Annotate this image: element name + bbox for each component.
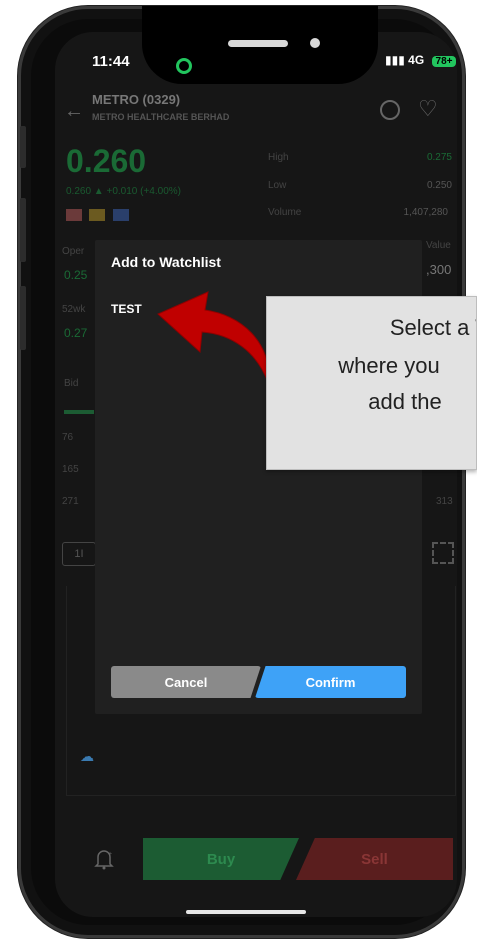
dialog-title: Add to Watchlist [111,254,221,270]
svg-text:+: + [108,851,112,858]
bell-icon[interactable]: + [94,848,114,870]
depth-row-3: 271 [62,496,79,507]
speaker-grille [228,40,288,47]
value-label: Value [426,240,451,251]
period-selector[interactable]: 1I [62,542,96,566]
stock-subtitle: METRO HEALTHCARE BERHAD [92,112,230,122]
callout-line-3: add the [368,389,442,414]
instruction-callout: Select a W where you add the [266,296,477,470]
heart-icon[interactable]: ♡ [418,96,438,122]
stock-title: METRO (0329) [92,92,181,107]
high-label: High [268,152,289,163]
52wk-label: 52wk [62,304,86,315]
recording-indicator [176,58,192,74]
open-value: 0.25 [64,268,88,282]
price-change: 0.260 ▲ +0.010 (+4.00%) [66,186,181,197]
52wk-value: 0.27 [64,326,88,340]
search-icon[interactable] [380,100,400,120]
sell-button[interactable]: Sell [296,838,453,880]
low-label: Low [268,180,287,191]
bid-label: Bid [64,378,79,389]
depth-row-right: 313 [436,496,453,507]
buy-button[interactable]: Buy [143,838,299,880]
bid-bar [64,410,94,414]
low-value: 0.250 [426,180,452,191]
depth-row-2: 165 [62,464,79,475]
value-value: ,300 [426,262,452,277]
cloud-icon[interactable]: ☁ [80,748,94,765]
battery-icon: 78+ [431,56,457,67]
shariah-icon [89,209,106,221]
back-arrow-icon[interactable]: ← [64,100,84,123]
home-indicator [186,910,306,914]
front-camera [310,38,320,48]
mute-switch [20,126,26,168]
fullscreen-icon[interactable] [432,542,454,564]
last-price: 0.260 [66,143,147,179]
status-time: 11:44 [92,53,130,70]
depth-row-1: 76 [62,432,74,443]
volume-down-button [20,286,26,350]
volume-up-button [20,198,26,262]
open-label: Oper [62,246,85,257]
flag-icon [66,209,82,221]
watchlist-item[interactable]: TEST [111,302,142,316]
signal-icon: ▮▮▮ [385,53,405,67]
clock-icon [112,209,129,221]
status-indicators: ▮▮▮ 4G 78+ [385,53,457,67]
callout-line-1: Select a W [389,315,476,340]
network-label: 4G [408,53,425,67]
confirm-button[interactable]: Confirm [255,666,406,698]
volume-value: 1,407,280 [403,207,449,218]
market-flags [66,208,132,226]
volume-label: Volume [268,207,302,218]
cancel-button[interactable]: Cancel [111,666,261,698]
callout-line-2: where you [338,353,440,378]
high-value: 0.275 [426,152,452,163]
